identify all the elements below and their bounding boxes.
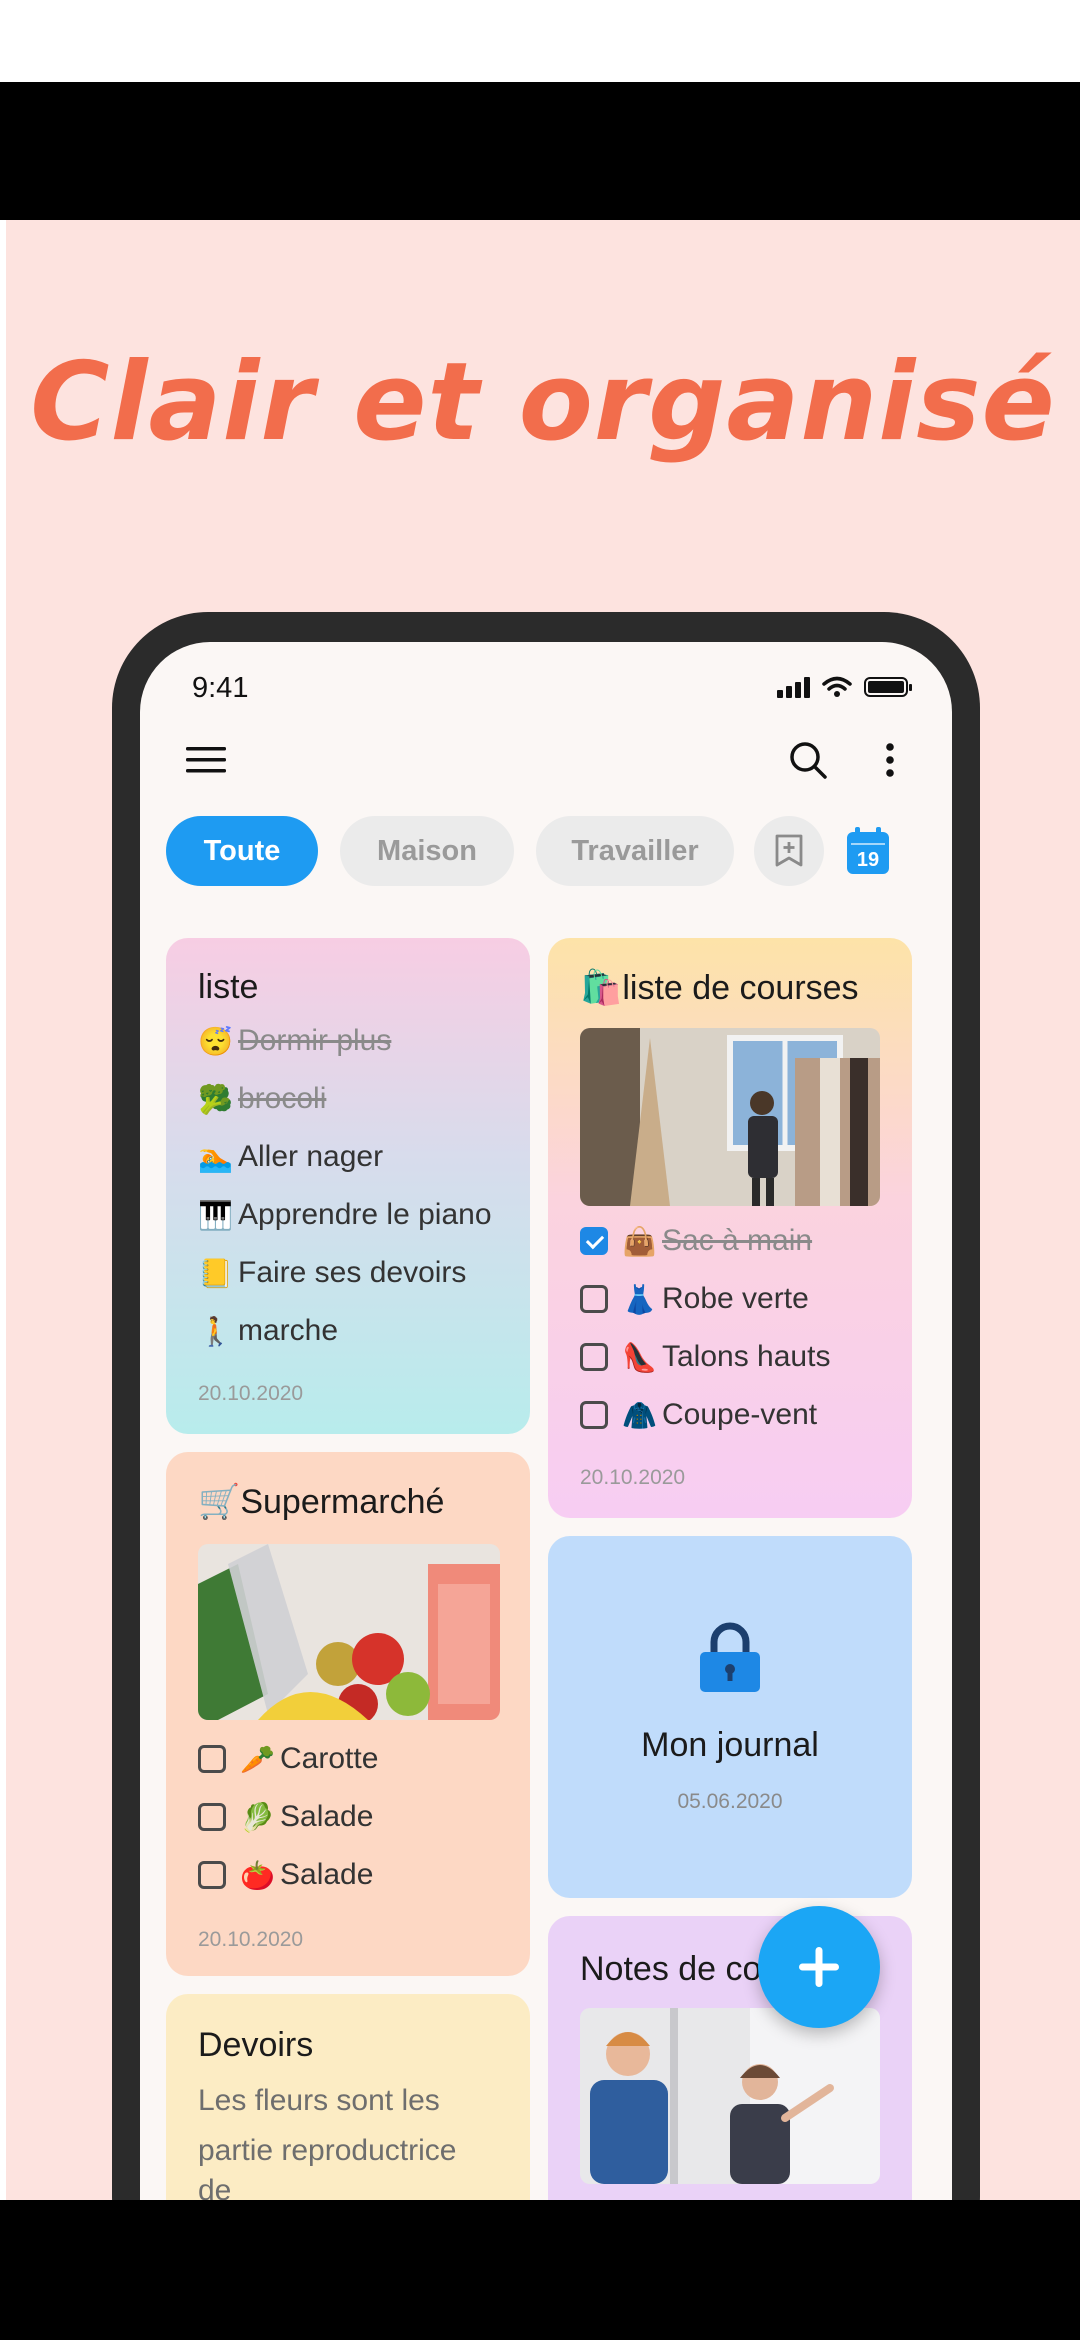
menu-icon[interactable] (178, 732, 234, 788)
checkbox[interactable] (580, 1401, 608, 1429)
tab-maison[interactable]: Maison (340, 816, 514, 886)
note-date: 20.10.2020 (580, 1466, 686, 1489)
checkbox[interactable] (580, 1343, 608, 1371)
checklist-item[interactable]: 👠 Talons hauts (580, 1340, 830, 1374)
meeting-photo (580, 2008, 880, 2184)
status-icons (777, 676, 912, 698)
phone-frame: 9:41 Toute Maison Travailler 19 liste 😴 … (112, 612, 980, 2200)
add-category-button[interactable] (754, 816, 824, 886)
signal-icon (777, 676, 810, 698)
search-icon[interactable] (780, 732, 836, 788)
more-vert-icon[interactable] (862, 732, 918, 788)
note-title: 🛍️liste de courses (580, 969, 859, 1007)
tab-toute[interactable]: Toute (166, 816, 318, 886)
phone-screen: 9:41 Toute Maison Travailler 19 liste 😴 … (140, 642, 952, 2200)
checklist-item[interactable]: 🥬 Salade (198, 1800, 373, 1834)
note-title: Devoirs (198, 2026, 314, 2064)
calendar-button[interactable]: 19 (840, 823, 896, 879)
list-item: 📒 Faire ses devoirs (198, 1256, 467, 1289)
wifi-icon (822, 676, 852, 697)
note-card-devoirs[interactable]: Devoirs Les fleurs sont les partie repro… (166, 1994, 530, 2200)
top-letterbox (0, 82, 1080, 220)
promo-headline: Clair et organisé (30, 340, 1056, 465)
note-title: Mon journal (641, 1726, 819, 1764)
checklist-item[interactable]: 👜 Sac à main (580, 1224, 812, 1258)
tab-travailler[interactable]: Travailler (536, 816, 734, 886)
checklist-item[interactable]: 👗 Robe verte (580, 1282, 809, 1316)
list-item: 🏊 Aller nager (198, 1140, 384, 1173)
note-card-liste[interactable]: liste 😴 Dormir plus 🥦 brocoli 🏊 Aller nager… (166, 938, 530, 1434)
checklist-item[interactable]: 🍅 Salade (198, 1858, 373, 1892)
plus-icon (799, 1947, 839, 1987)
note-card-journal[interactable]: Mon journal 05.06.2020 (548, 1536, 912, 1898)
list-item: 😴 Dormir plus (198, 1024, 392, 1057)
checkbox[interactable] (198, 1861, 226, 1889)
add-bookmark-icon (775, 834, 803, 867)
promo-banner: Clair et organisé 9:41 Toute Maison Trav… (6, 220, 1080, 2200)
note-date: 20.10.2020 (198, 1382, 304, 1405)
list-item: 🎹 Apprendre le piano (198, 1198, 492, 1231)
note-date: 05.06.2020 (677, 1790, 783, 1813)
bottom-letterbox (0, 2200, 1080, 2340)
checkbox[interactable] (198, 1745, 226, 1773)
calendar-day: 19 (856, 849, 880, 871)
top-margin (0, 0, 1080, 82)
checklist-item[interactable]: 🥕 Carotte (198, 1742, 378, 1776)
status-time: 9:41 (192, 672, 249, 704)
checkbox[interactable] (580, 1285, 608, 1313)
battery-icon (864, 677, 912, 697)
note-card-supermarche[interactable]: 🛒Supermarché 🥕 Carotte 🥬 Salade 🍅 Salade… (166, 1452, 530, 1976)
note-body-line: Les fleurs sont les (198, 2084, 440, 2117)
list-item: 🚶 marche (198, 1314, 339, 1347)
note-title: liste (198, 968, 259, 1006)
add-note-button[interactable] (758, 1906, 880, 2028)
note-card-courses[interactable]: 🛍️liste de courses 👜 Sac à main 👗 Robe v… (548, 938, 912, 1518)
groceries-photo (198, 1544, 500, 1720)
list-item: 🥦 brocoli (198, 1082, 327, 1115)
clothing-store-photo (580, 1028, 880, 1206)
checkbox[interactable] (198, 1803, 226, 1831)
checkbox[interactable] (580, 1227, 608, 1255)
note-body-line: de (198, 2174, 232, 2200)
checklist-item[interactable]: 🧥 Coupe-vent (580, 1398, 817, 1432)
note-body-line: partie reproductrice (198, 2134, 457, 2167)
note-title: 🛒Supermarché (198, 1483, 445, 1521)
note-date: 20.10.2020 (198, 1928, 304, 1951)
lock-icon (700, 1622, 760, 1692)
note-title: Notes de co (580, 1950, 762, 1988)
